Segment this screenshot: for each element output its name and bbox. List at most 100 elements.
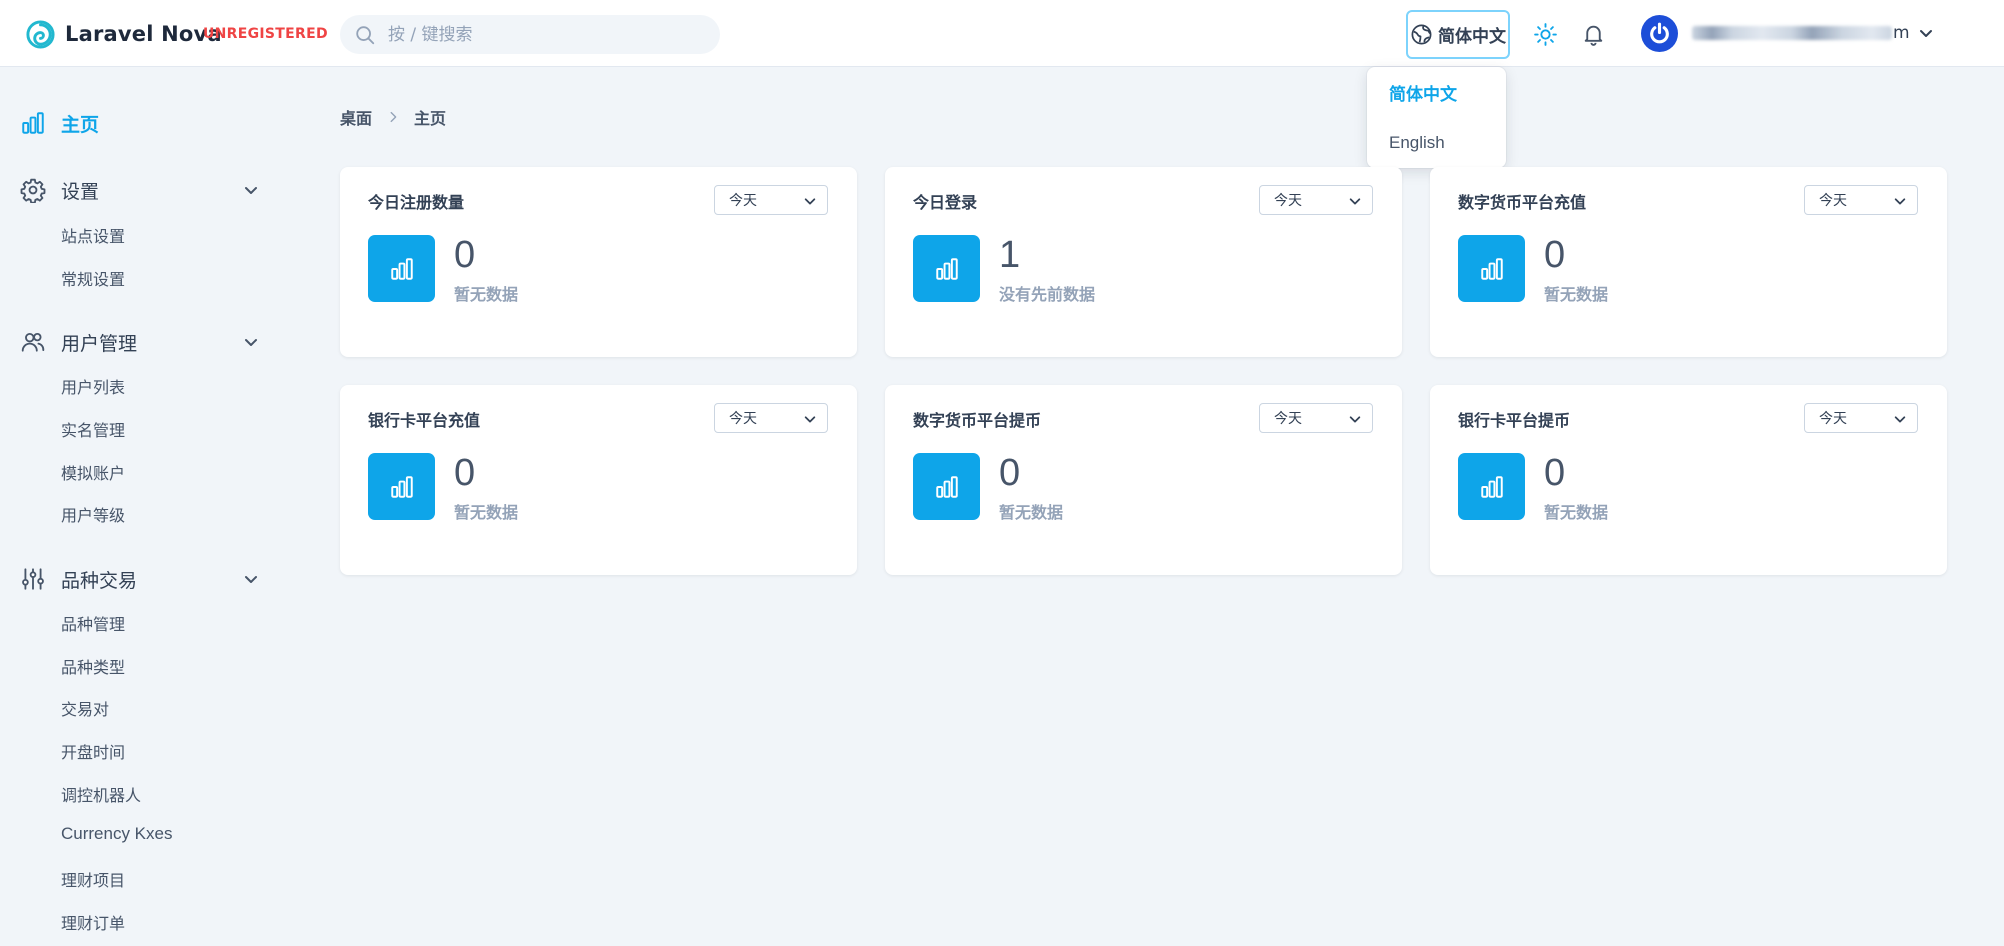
language-button-label: 简体中文 <box>1438 27 1506 47</box>
bar-chart-icon <box>935 475 958 498</box>
search-input[interactable] <box>388 24 708 45</box>
bar-chart-icon <box>22 112 44 134</box>
breadcrumb-home: 主页 <box>414 109 447 128</box>
bar-chart-icon <box>390 257 413 280</box>
chevron-down-icon[interactable] <box>243 334 259 350</box>
metric-value: 0 <box>1544 452 1566 494</box>
sidebar-item-currency-kxes[interactable]: Currency Kxes <box>61 824 172 844</box>
language-option-en[interactable]: English <box>1389 133 1445 153</box>
bar-chart-icon <box>1480 475 1503 498</box>
metric-value: 0 <box>999 452 1021 494</box>
language-option-zh[interactable]: 简体中文 <box>1389 80 1457 105</box>
sidebar-item-home[interactable]: 主页 <box>20 108 99 138</box>
range-select-value: 今天 <box>729 411 757 427</box>
metric-icon-box <box>1458 235 1525 302</box>
metric-value: 0 <box>454 234 476 276</box>
search-icon <box>356 25 375 44</box>
metric-card-registrations: 今日注册数量 今天 0 暂无数据 <box>340 167 857 357</box>
logo[interactable]: Laravel Nova <box>25 17 222 51</box>
range-select-value: 今天 <box>1274 411 1302 427</box>
metric-note: 暂无数据 <box>1544 285 1609 304</box>
chevron-down-icon <box>804 198 816 205</box>
range-select-value: 今天 <box>1819 193 1847 209</box>
sidebar-item-wealth-projects[interactable]: 理财项目 <box>61 867 125 891</box>
chevron-down-icon <box>1894 198 1906 205</box>
sidebar-section-users[interactable]: 用户管理 <box>20 327 137 357</box>
metric-icon-box <box>913 453 980 520</box>
sidebar: 主页 设置 站点设置 常规设置 用户管理 用户列表 实名管理 模拟账户 用户等级… <box>0 67 300 946</box>
breadcrumb: 桌面 主页 <box>340 106 446 128</box>
language-dropdown: 简体中文 English <box>1367 67 1506 168</box>
breadcrumb-desktop[interactable]: 桌面 <box>340 105 372 129</box>
chevron-down-icon <box>1349 198 1361 205</box>
metric-icon-box <box>1458 453 1525 520</box>
sidebar-item-user-levels[interactable]: 用户等级 <box>61 502 125 526</box>
language-switcher-button[interactable]: 简体中文 <box>1406 10 1510 59</box>
metric-value: 0 <box>454 452 476 494</box>
card-title: 数字货币平台充值 <box>1458 193 1587 212</box>
gear-icon <box>20 178 46 203</box>
metric-card-logins: 今日登录 今天 1 没有先前数据 <box>885 167 1402 357</box>
range-select[interactable]: 今天 <box>714 185 828 215</box>
sidebar-item-symbol-management[interactable]: 品种管理 <box>61 611 125 635</box>
range-select[interactable]: 今天 <box>1259 403 1373 433</box>
user-name-tail: m <box>1893 23 1910 43</box>
metric-card-crypto-deposits: 数字货币平台充值 今天 0 暂无数据 <box>1430 167 1947 357</box>
metric-note: 暂无数据 <box>454 503 519 522</box>
logo-text: Laravel Nova <box>65 22 222 46</box>
nova-logo-icon <box>26 19 55 49</box>
bell-icon[interactable] <box>1581 21 1606 47</box>
metric-note: 暂无数据 <box>1544 503 1609 522</box>
range-select-value: 今天 <box>729 193 757 209</box>
metric-value: 0 <box>1544 234 1566 276</box>
chevron-down-icon <box>1349 416 1361 423</box>
sidebar-item-user-list[interactable]: 用户列表 <box>61 374 125 398</box>
sidebar-item-control-robot[interactable]: 调控机器人 <box>61 782 141 806</box>
card-title: 数字货币平台提币 <box>913 411 1042 430</box>
sidebar-item-label: 主页 <box>61 113 100 136</box>
range-select[interactable]: 今天 <box>714 403 828 433</box>
bar-chart-icon <box>390 475 413 498</box>
chevron-down-icon[interactable] <box>243 182 259 198</box>
range-select-value: 今天 <box>1819 411 1847 427</box>
top-header: Laravel Nova UNREGISTERED 简体中文 <box>0 0 2004 67</box>
metric-card-bank-withdrawals: 银行卡平台提币 今天 0 暂无数据 <box>1430 385 1947 575</box>
range-select[interactable]: 今天 <box>1804 403 1918 433</box>
sidebar-section-label: 品种交易 <box>61 569 138 592</box>
sidebar-item-opening-hours[interactable]: 开盘时间 <box>61 739 125 763</box>
unregistered-badge: UNREGISTERED <box>203 26 328 42</box>
range-select[interactable]: 今天 <box>1804 185 1918 215</box>
metric-icon-box <box>368 453 435 520</box>
chevron-down-icon <box>1894 416 1906 423</box>
sidebar-item-symbol-types[interactable]: 品种类型 <box>61 654 125 678</box>
bar-chart-icon <box>1480 257 1503 280</box>
sidebar-item-wealth-orders[interactable]: 理财订单 <box>61 910 125 934</box>
sidebar-section-settings[interactable]: 设置 <box>20 175 99 205</box>
sidebar-section-label: 用户管理 <box>61 332 138 355</box>
sun-icon[interactable] <box>1533 22 1558 47</box>
search-bar[interactable] <box>340 15 720 54</box>
sliders-icon <box>22 568 44 590</box>
sidebar-item-general-settings[interactable]: 常规设置 <box>61 266 125 290</box>
user-name-redacted <box>1692 26 1892 40</box>
chevron-down-icon[interactable] <box>243 571 259 587</box>
metric-note: 没有先前数据 <box>999 285 1096 304</box>
power-icon <box>1650 22 1669 44</box>
range-select-value: 今天 <box>1274 193 1302 209</box>
sidebar-item-site-settings[interactable]: 站点设置 <box>61 223 125 247</box>
chevron-right-icon <box>390 111 397 123</box>
metric-note: 暂无数据 <box>454 285 519 304</box>
sidebar-item-realname[interactable]: 实名管理 <box>61 417 125 441</box>
card-title: 今日登录 <box>913 193 978 212</box>
metric-card-crypto-withdrawals: 数字货币平台提币 今天 0 暂无数据 <box>885 385 1402 575</box>
sidebar-item-demo-accounts[interactable]: 模拟账户 <box>61 460 125 484</box>
range-select[interactable]: 今天 <box>1259 185 1373 215</box>
user-menu[interactable]: m <box>1692 22 1934 44</box>
metric-value: 1 <box>999 234 1021 276</box>
sidebar-section-trading[interactable]: 品种交易 <box>20 564 137 594</box>
metric-icon-box <box>368 235 435 302</box>
avatar[interactable] <box>1641 15 1678 52</box>
card-title: 银行卡平台提币 <box>1458 411 1571 430</box>
sidebar-item-trading-pairs[interactable]: 交易对 <box>61 696 109 720</box>
metric-note: 暂无数据 <box>999 503 1064 522</box>
